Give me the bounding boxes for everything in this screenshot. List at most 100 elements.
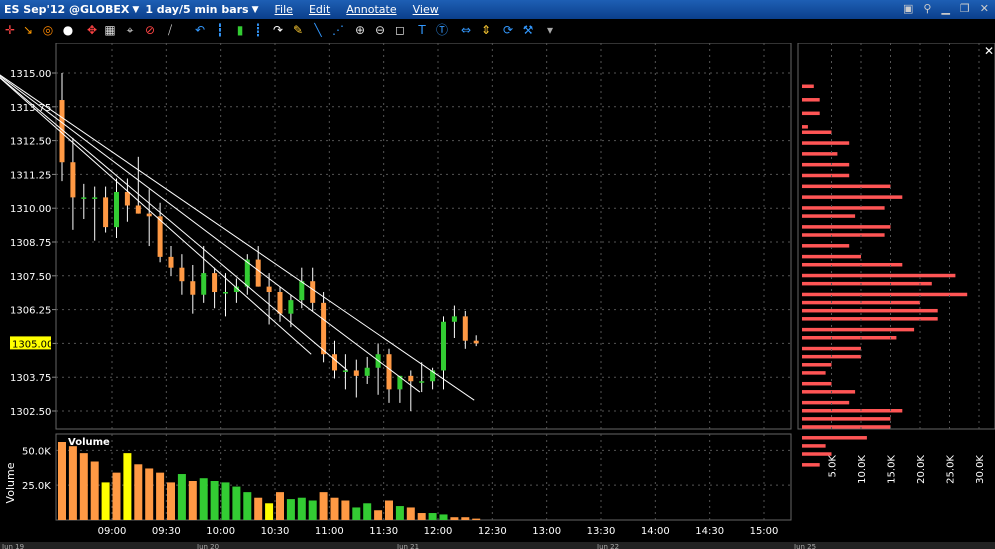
volume-bar <box>428 513 437 520</box>
date-strip <box>0 542 995 549</box>
zoom-out-icon[interactable]: ⊖ <box>372 22 388 38</box>
wrench-icon[interactable]: ⚒ <box>520 22 536 38</box>
no-draw-icon[interactable]: ⊘ <box>142 22 158 38</box>
close-icon[interactable]: ✕ <box>980 2 989 15</box>
price-tick-label: 1308.75 <box>10 238 51 249</box>
candle-body <box>364 367 370 376</box>
fit-icon[interactable]: ◻ <box>392 22 408 38</box>
profile-tick-label: 15.0K <box>887 455 898 484</box>
profile-bar <box>802 335 897 340</box>
profile-bar <box>802 244 850 248</box>
profile-bar <box>802 273 956 278</box>
volume-bar <box>374 510 383 520</box>
date-label: Jun 21 <box>396 543 419 549</box>
volume-bar <box>134 464 143 520</box>
line-icon[interactable]: ⧸ <box>162 22 178 38</box>
more-icon[interactable]: ▾ <box>542 22 558 38</box>
candle-body <box>266 286 272 293</box>
pen-icon[interactable]: ✎ <box>290 22 306 38</box>
menu-view[interactable]: View <box>413 3 439 16</box>
arrow-tool-icon[interactable]: ↘ <box>20 22 36 38</box>
volume-bar <box>188 481 197 520</box>
cursor-icon[interactable]: ⌖ <box>122 22 138 38</box>
volume-bar <box>221 482 230 520</box>
candle-body <box>332 354 337 371</box>
time-tick-label: 09:00 <box>98 526 127 537</box>
candle-body <box>146 213 152 217</box>
profile-bar <box>802 262 903 267</box>
move-icon[interactable]: ✥ <box>84 22 100 38</box>
text-box-icon[interactable]: Ⓣ <box>434 22 450 38</box>
minimize-icon[interactable]: ▁ <box>941 2 949 15</box>
volume-bar <box>472 518 481 520</box>
scale-icon[interactable]: ⇕ <box>478 22 494 38</box>
fan-icon[interactable]: ⋰ <box>330 22 346 38</box>
profile-bar <box>802 371 826 375</box>
profile-bar <box>802 98 820 102</box>
profile-bar <box>802 214 856 218</box>
candle-body <box>299 281 305 301</box>
volume-bar <box>90 461 99 520</box>
symbol-dropdown-icon[interactable]: ▼ <box>132 5 139 15</box>
pin-icon[interactable]: ⚲ <box>923 2 931 15</box>
profile-tick-label: 10.0K <box>857 455 868 484</box>
redo-icon[interactable]: ↷ <box>270 22 286 38</box>
volume-bar <box>123 453 132 520</box>
zoom-in-icon[interactable]: ⊕ <box>352 22 368 38</box>
timeframe-dropdown-icon[interactable]: ▼ <box>252 5 259 15</box>
refresh-icon[interactable]: ⟳ <box>500 22 516 38</box>
trendline <box>0 74 475 401</box>
price-tick-label: 1312.50 <box>10 137 51 148</box>
candle-body <box>81 197 87 199</box>
volume-bar <box>352 507 361 520</box>
profile-bar <box>802 444 826 448</box>
menu-annotate[interactable]: Annotate <box>346 3 396 16</box>
profile-tick-label: 25.0K <box>946 455 957 484</box>
menu-bar: File Edit Annotate View <box>275 3 455 16</box>
profile-bar <box>802 173 850 178</box>
volume-tick-label: 25.0K <box>22 481 51 492</box>
time-tick-label: 11:30 <box>369 526 398 537</box>
text-icon[interactable]: T <box>414 22 430 38</box>
volume-bar <box>101 482 110 520</box>
candle-body <box>201 273 207 295</box>
candles-icon[interactable]: ▮ <box>232 22 248 38</box>
restore-icon[interactable]: ❐ <box>960 2 970 15</box>
timeframe-label[interactable]: 1 day/5 min bars <box>145 3 248 16</box>
profile-bar <box>802 111 820 116</box>
menu-file[interactable]: File <box>275 3 293 16</box>
target-icon[interactable]: ◎ <box>40 22 56 38</box>
undo-icon[interactable]: ↶ <box>192 22 208 38</box>
time-tick-label: 10:30 <box>261 526 290 537</box>
volume-bar <box>385 500 393 520</box>
candle-body <box>212 273 218 293</box>
volume-bar <box>199 478 208 520</box>
crosshair-icon[interactable]: ✛ <box>2 22 18 38</box>
profile-bar <box>802 292 968 297</box>
bars-icon[interactable]: ┇ <box>212 22 228 38</box>
price-tick-label: 1315.00 <box>10 69 51 80</box>
trendline-icon[interactable]: ╲ <box>310 22 326 38</box>
profile-bar <box>802 130 832 134</box>
profile-bar <box>802 125 808 129</box>
volume-bar <box>265 503 274 520</box>
chart-area[interactable]: 1315.00 1313.75 1312.50 1311.25 1310.00 1308.… <box>0 43 995 549</box>
volume-bar <box>450 517 459 520</box>
chart-toolbar: ✛ ↘ ◎ ● ✥ ▦ ⌖ ⊘ ⧸ ↶ ┇ ▮ ┋ ↷ ✎ ╲ ⋰ ⊕ ⊖ ◻ T Ⓣ ⇔ ⇕ ⟳ ⚒ ▾ <box>0 19 995 43</box>
profile-bar <box>802 84 814 89</box>
candle-body <box>124 191 130 206</box>
volume-bar <box>79 453 88 520</box>
volume-bar <box>417 513 426 520</box>
layout-icon[interactable]: ▦ <box>102 22 118 38</box>
candle-body <box>419 381 425 383</box>
bars-alt-icon[interactable]: ┋ <box>250 22 266 38</box>
menu-edit[interactable]: Edit <box>309 3 330 16</box>
profile-tick-label: 20.0K <box>916 455 927 484</box>
price-tick-label: 1303.75 <box>10 373 51 384</box>
print-icon[interactable]: ▣ <box>903 2 913 15</box>
circle-icon[interactable]: ● <box>60 22 76 38</box>
split-icon[interactable]: ⇔ <box>458 22 474 38</box>
price-tick-label: 1307.50 <box>10 272 51 283</box>
candle-body <box>168 256 174 268</box>
symbol-label[interactable]: ES Sep'12 @GLOBEX <box>0 3 129 16</box>
